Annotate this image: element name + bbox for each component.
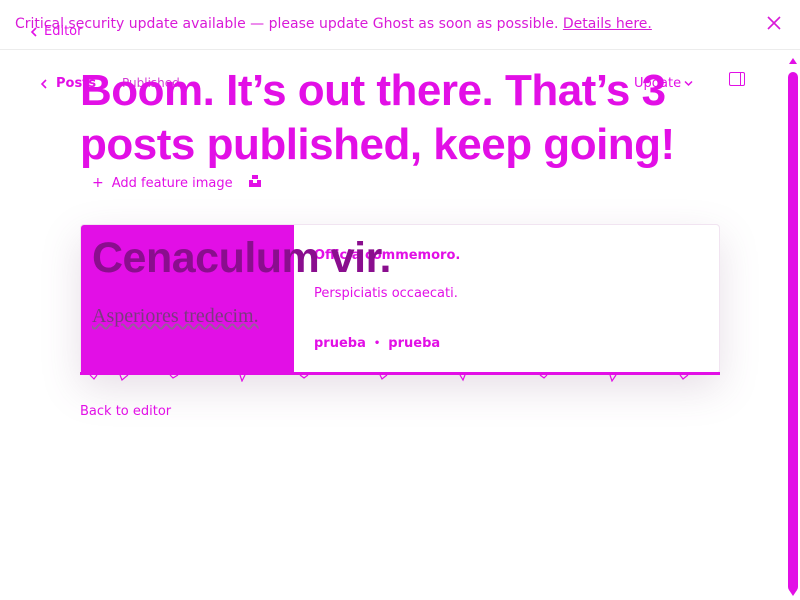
unsplash-icon[interactable] — [248, 174, 262, 188]
page-scrollbar[interactable] — [786, 50, 800, 600]
back-to-editor-link[interactable]: Back to editor — [80, 404, 171, 419]
scroll-up-arrow-icon[interactable] — [789, 58, 797, 64]
banner-message: Critical security update available — ple… — [15, 16, 559, 32]
card-shadow-edge — [80, 372, 720, 382]
card-image-title: Cenaculum vir. — [92, 234, 391, 282]
publish-headline: Boom. It’s out there. That’s 3 posts pub… — [80, 66, 675, 169]
banner-details-link[interactable]: Details here. — [563, 16, 652, 32]
add-feature-image-label: Add feature image — [111, 175, 233, 191]
editor-back-label: Editor — [44, 24, 83, 39]
chevron-left-icon — [40, 78, 47, 89]
scrollbar-thumb[interactable] — [788, 72, 798, 592]
scroll-down-arrow-icon[interactable] — [789, 590, 797, 596]
card-meta: prueba • prueba — [314, 336, 440, 351]
chevron-left-icon — [30, 26, 37, 37]
sidebar-toggle-icon[interactable] — [729, 72, 745, 86]
add-feature-image-button[interactable]: + Add feature image — [92, 175, 233, 191]
security-update-banner: Critical security update available — ple… — [0, 0, 800, 50]
meta-separator-icon: • — [373, 338, 381, 349]
card-author: prueba — [314, 336, 366, 351]
card-publisher: prueba — [388, 336, 441, 351]
card-image-subtitle: Asperiores tredecim. — [92, 305, 259, 327]
editor-back-link[interactable]: Editor — [30, 24, 82, 39]
plus-icon: + — [92, 175, 104, 191]
close-icon[interactable] — [766, 15, 782, 31]
publish-complete-page: Critical security update available — ple… — [0, 0, 800, 600]
card-excerpt: Perspiciatis occaecati. — [314, 286, 458, 301]
banner-text: Critical security update available — ple… — [15, 15, 652, 33]
